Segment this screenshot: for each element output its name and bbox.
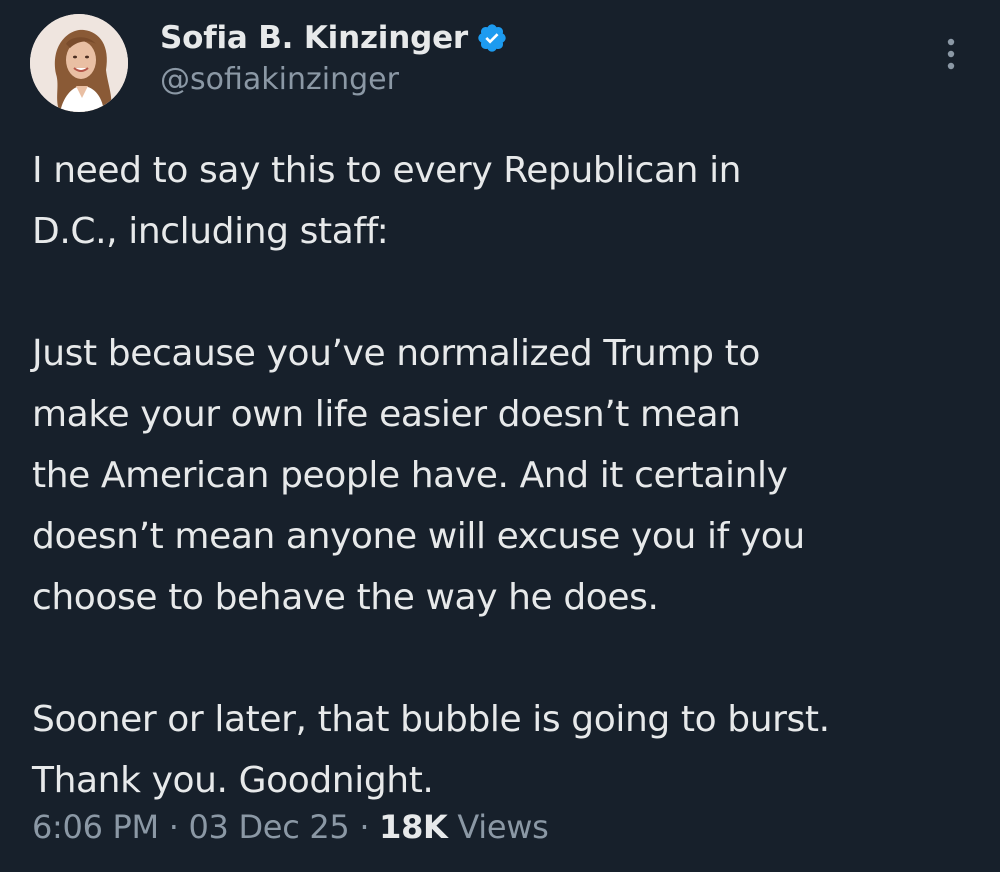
tweet-line: Just because you’ve normalized Trump to xyxy=(32,333,760,374)
tweet-line: I need to say this to every Republican i… xyxy=(32,150,742,191)
tweet-line: Sooner or later, that bubble is going to… xyxy=(32,699,830,740)
tweet-line: Thank you. Goodnight. xyxy=(32,760,434,801)
more-options-icon[interactable] xyxy=(943,34,959,74)
meta-separator: · xyxy=(158,808,189,846)
meta-separator: · xyxy=(349,808,380,846)
views-label: Views xyxy=(447,808,549,846)
profile-photo-icon xyxy=(30,14,128,112)
tweet-line: make your own life easier doesn’t mean xyxy=(32,394,741,435)
tweet-text: I need to say this to every Republican i… xyxy=(32,140,982,811)
tweet-line: D.C., including staff: xyxy=(32,211,389,252)
tweet-paragraph: I need to say this to every Republican i… xyxy=(32,140,982,262)
tweet-card: Sofia B. Kinzinger @sofiakinzinger I nee… xyxy=(0,0,1000,872)
author-display-name[interactable]: Sofia B. Kinzinger xyxy=(160,20,468,56)
avatar[interactable] xyxy=(30,14,128,112)
author-handle[interactable]: @sofiakinzinger xyxy=(160,62,508,97)
tweet-meta: 6:06 PM · 03 Dec 25 · 18K Views xyxy=(32,808,549,846)
tweet-line: choose to behave the way he does. xyxy=(32,577,659,618)
author-info: Sofia B. Kinzinger @sofiakinzinger xyxy=(160,16,508,97)
author-name-row: Sofia B. Kinzinger xyxy=(160,16,508,60)
tweet-line: doesn’t mean anyone will excuse you if y… xyxy=(32,516,805,557)
tweet-time[interactable]: 6:06 PM xyxy=(32,808,159,846)
tweet-line: the American people have. And it certain… xyxy=(32,455,788,496)
verified-badge-icon[interactable] xyxy=(476,22,508,54)
tweet-date[interactable]: 03 Dec 25 xyxy=(188,808,349,846)
tweet-paragraph: Just because you’ve normalized Trump to … xyxy=(32,323,982,628)
tweet-paragraph: Sooner or later, that bubble is going to… xyxy=(32,689,982,811)
views-count[interactable]: 18K xyxy=(379,808,448,846)
